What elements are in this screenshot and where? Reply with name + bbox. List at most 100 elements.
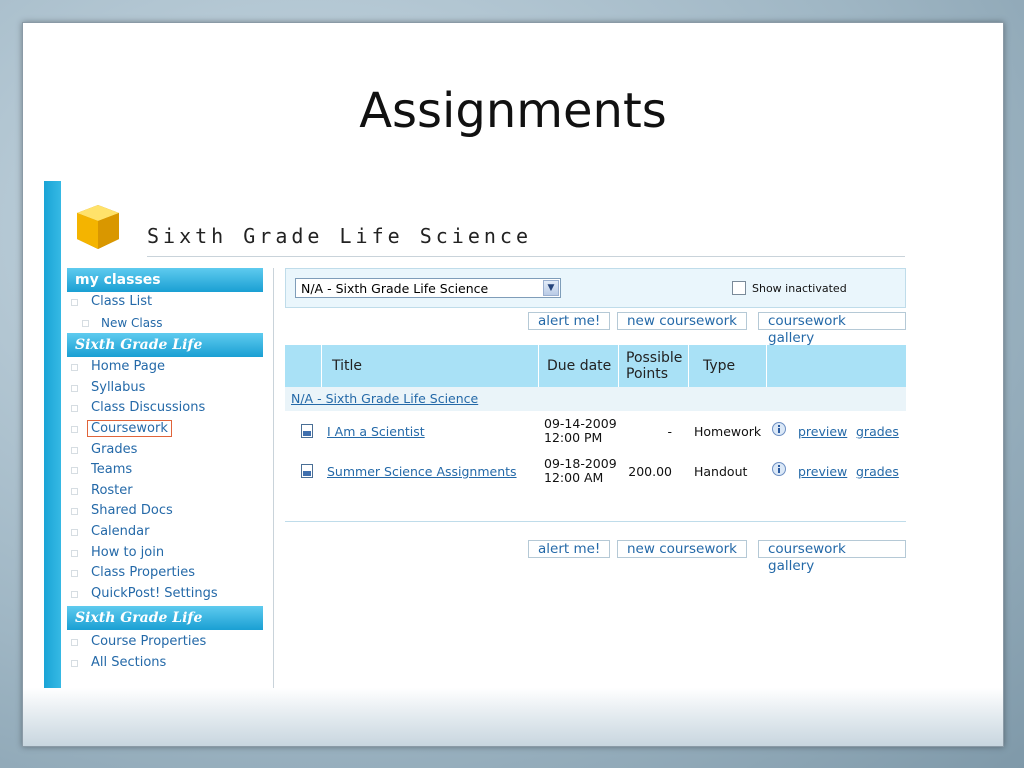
sidebar-divider (273, 268, 274, 688)
grades-link[interactable]: grades (856, 464, 899, 479)
info-icon[interactable] (772, 462, 786, 476)
sidebar-item-quickpost-settings[interactable]: QuickPost! Settings (67, 584, 263, 605)
bullet-box-icon (71, 384, 78, 392)
cube-logo-icon (77, 205, 119, 249)
coursework-table: Title Due date Possible Points Type N/A … (285, 345, 906, 522)
bullet-box-icon (71, 425, 78, 433)
course-section-header: Sixth Grade Life Science (67, 333, 263, 377)
sidebar-item-calendar[interactable]: Calendar (67, 522, 263, 543)
bullet-box-icon (71, 639, 78, 647)
section-header: Sixth Grade Life Science (67, 606, 263, 650)
bullet-box-icon (82, 319, 89, 327)
header-divider (147, 256, 905, 257)
button-row-bottom: alert me! new coursework coursework gall… (285, 536, 906, 574)
sidebar-item-label: Teams (91, 462, 133, 478)
due-date-value: 09-18-2009 12:00 AM (544, 456, 617, 485)
slide-bottom-band (23, 688, 1003, 746)
slide-title: Assignments (359, 83, 667, 139)
left-accent-bar (44, 181, 61, 688)
sidebar-item-label: All Sections (91, 654, 167, 670)
my-classes-header: my classes (67, 268, 263, 292)
document-icon (301, 464, 313, 478)
show-inactivated-checkbox[interactable] (732, 281, 746, 295)
sidebar-item-how-to-join[interactable]: How to join (67, 543, 263, 564)
group-row: N/A - Sixth Grade Life Science (285, 387, 906, 411)
new-coursework-button[interactable]: new coursework (617, 540, 747, 558)
preview-link[interactable]: preview (798, 464, 847, 479)
class-select[interactable]: N/A - Sixth Grade Life Science ▼ (295, 278, 561, 298)
sidebar-item-label: Coursework (87, 419, 172, 437)
sidebar-item-label: Syllabus (91, 379, 146, 395)
col-actions (766, 345, 906, 387)
main-content: N/A - Sixth Grade Life Science ▼ Show in… (285, 268, 906, 574)
sidebar-item-grades[interactable]: Grades (67, 440, 263, 461)
sidebar-item-label: Roster (91, 482, 133, 498)
assignment-title-link[interactable]: Summer Science Assignments (327, 464, 517, 479)
sidebar-item-label: Course Properties (91, 634, 207, 650)
coursework-gallery-button[interactable]: coursework gallery (758, 540, 906, 574)
bullet-box-icon (71, 659, 78, 667)
sidebar-item-coursework[interactable]: Coursework (67, 419, 263, 440)
bullet-box-icon (71, 528, 78, 536)
due-date: 09-14-2009 12:00 PM (544, 417, 617, 445)
possible-points: 200.00 (628, 464, 672, 479)
sidebar-item-all-sections[interactable]: All Sections (67, 653, 263, 674)
sidebar-item-label: Class Discussions (91, 400, 206, 416)
col-title: Title (321, 345, 538, 387)
sidebar-item-home-page[interactable]: Home Page (67, 357, 263, 378)
coursework-gallery-button[interactable]: coursework gallery (758, 312, 906, 346)
sidebar-item-syllabus[interactable]: Syllabus (67, 378, 263, 399)
assignment-type: Homework (694, 424, 762, 439)
button-row-top: alert me! new coursework coursework gall… (285, 308, 906, 346)
sidebar-item-label: QuickPost! Settings (91, 585, 218, 601)
sidebar-item-label: Shared Docs (91, 503, 173, 519)
sidebar-item-label: New Class (101, 315, 163, 330)
grades-link[interactable]: grades (856, 424, 899, 439)
col-due-date: Due date (538, 345, 618, 387)
bullet-box-icon (71, 570, 78, 578)
sidebar-item-roster[interactable]: Roster (67, 481, 263, 502)
group-link[interactable]: N/A - Sixth Grade Life Science (291, 391, 478, 406)
sidebar-item-class-properties[interactable]: Class Properties (67, 563, 263, 584)
info-icon[interactable] (772, 422, 786, 436)
bullet-box-icon (71, 549, 78, 557)
course-title: Sixth Grade Life Science (147, 224, 532, 248)
alert-me-button[interactable]: alert me! (528, 540, 611, 558)
table-row: Summer Science Assignments 09-18-2009 12… (285, 451, 906, 491)
sidebar-item-new-class[interactable]: New Class (67, 313, 263, 334)
sidebar-item-label: Class Properties (91, 565, 196, 581)
col-type: Type (688, 345, 766, 387)
bullet-box-icon (71, 299, 78, 306)
bullet-box-icon (71, 405, 78, 413)
sidebar-item-label: Class List (91, 294, 153, 309)
bullet-box-icon (71, 364, 78, 372)
sidebar-item-label: Home Page (91, 359, 165, 375)
class-select-value: N/A - Sixth Grade Life Science (301, 281, 489, 296)
due-date-value: 09-14-2009 12:00 PM (544, 416, 617, 445)
sidebar-item-class-list[interactable]: Class List (67, 292, 263, 313)
table-header: Title Due date Possible Points Type (285, 345, 906, 387)
col-possible-points: Possible Points (618, 345, 688, 387)
preview-link[interactable]: preview (798, 424, 847, 439)
bullet-box-icon (71, 467, 78, 475)
app-screenshot: Sixth Grade Life Science my classes Clas… (44, 181, 906, 688)
bullet-box-icon (71, 446, 78, 454)
bullet-box-icon (71, 487, 78, 495)
sidebar-item-label: Grades (91, 441, 138, 457)
document-icon (301, 424, 313, 438)
assignment-title-link[interactable]: I Am a Scientist (327, 424, 425, 439)
sidebar-item-teams[interactable]: Teams (67, 460, 263, 481)
bullet-box-icon (71, 590, 78, 598)
col-possible-points-label: Possible Points (626, 350, 683, 382)
bullet-box-icon (71, 508, 78, 516)
chevron-down-icon[interactable]: ▼ (543, 280, 559, 296)
show-inactivated-label: Show inactivated (752, 282, 847, 295)
assignment-type: Handout (694, 464, 748, 479)
sidebar-item-course-properties[interactable]: Course Properties (67, 632, 263, 653)
possible-points: - (667, 424, 672, 439)
sidebar-item-shared-docs[interactable]: Shared Docs (67, 501, 263, 522)
new-coursework-button[interactable]: new coursework (617, 312, 747, 330)
sidebar-item-class-discussions[interactable]: Class Discussions (67, 398, 263, 419)
slide: Assignments Sixth Grade Life Science my … (22, 22, 1004, 747)
alert-me-button[interactable]: alert me! (528, 312, 611, 330)
